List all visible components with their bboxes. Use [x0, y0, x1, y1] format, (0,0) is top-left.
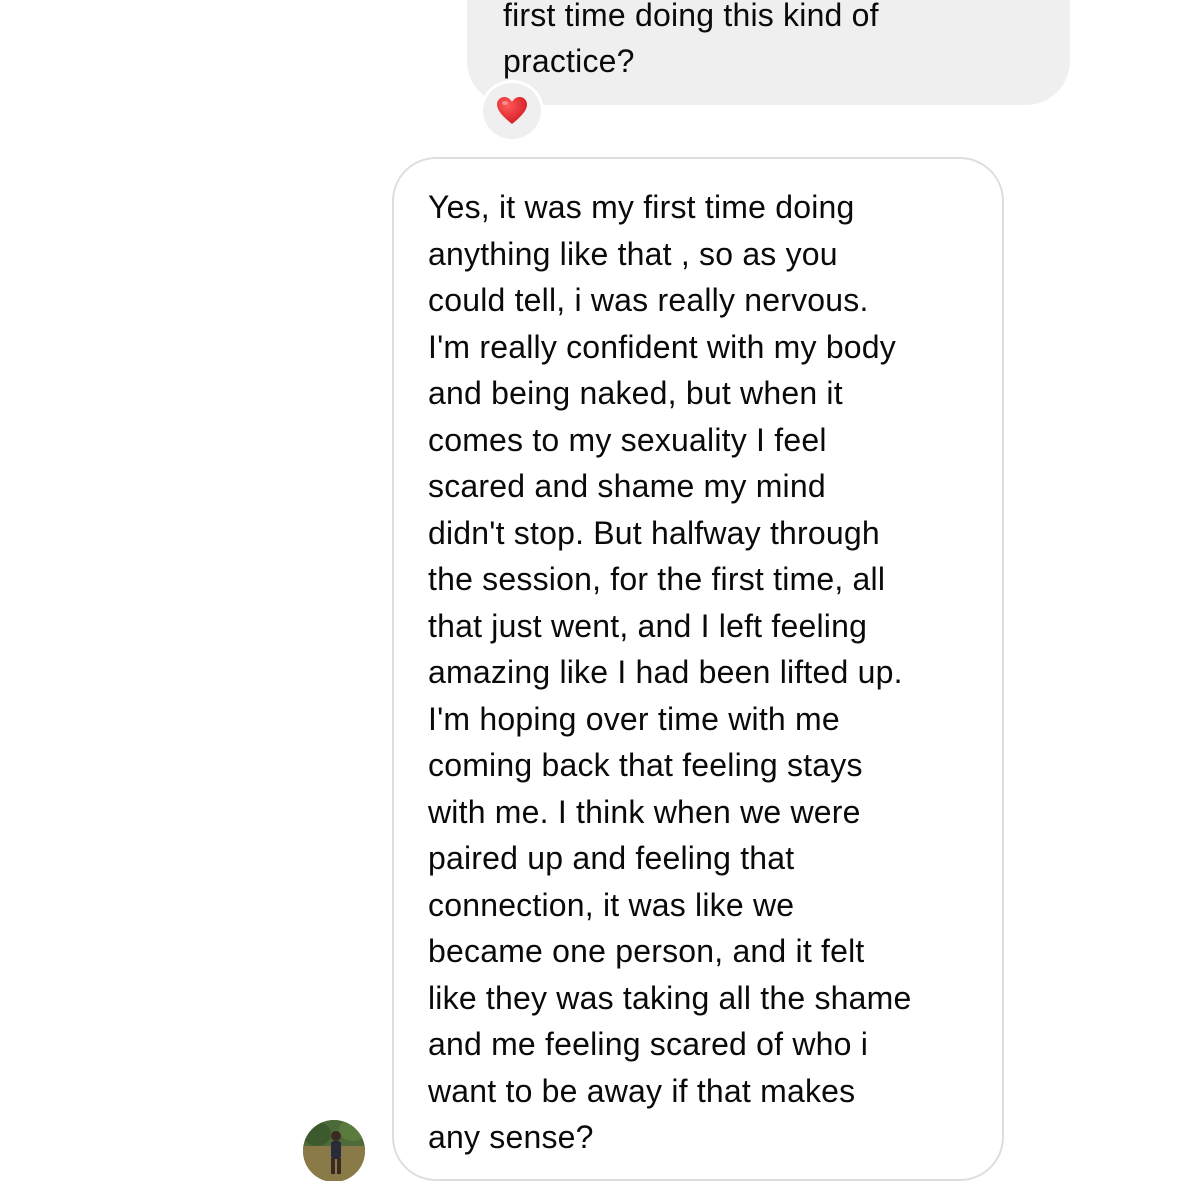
- message-line: coming back that feeling stays: [428, 747, 863, 783]
- message-line: and me feeling scared of who i: [428, 1026, 869, 1062]
- message-line: I'm hoping over time with me: [428, 700, 840, 737]
- message-line: the session, for the first time, all: [428, 561, 886, 597]
- message-line: first time doing this kind of: [503, 0, 879, 33]
- message-line: practice?: [503, 43, 635, 79]
- message-line: could tell, i was really nervous.: [428, 282, 869, 318]
- heart-reaction[interactable]: [480, 80, 544, 142]
- message-line: anything like that , so as you: [428, 235, 838, 272]
- message-line: scared and shame my mind: [428, 468, 826, 504]
- message-line: any sense?: [428, 1119, 594, 1155]
- chat-thread: first time doing this kind of practice? …: [0, 0, 1181, 1181]
- message-line: Yes, it was my first time doing: [428, 189, 855, 225]
- message-line: paired up and feeling that: [428, 840, 795, 876]
- message-line: became one person, and it felt: [428, 933, 865, 969]
- message-line: want to be away if that makes: [428, 1072, 856, 1109]
- message-line: like they was taking all the shame: [428, 979, 912, 1016]
- incoming-message-bubble[interactable]: Yes, it was my first time doing anything…: [392, 157, 1004, 1181]
- message-line: and being naked, but when it: [428, 375, 843, 411]
- avatar[interactable]: [303, 1120, 365, 1181]
- message-line: I'm really confident with my body: [428, 328, 897, 365]
- outgoing-message-bubble[interactable]: first time doing this kind of practice?: [467, 0, 1070, 105]
- message-line: connection, it was like we: [428, 886, 795, 923]
- heart-icon: [497, 97, 527, 124]
- message-line: didn't stop. But halfway through: [428, 514, 880, 551]
- message-line: amazing like I had been lifted up.: [428, 654, 903, 690]
- profile-photo-icon: [303, 1120, 365, 1181]
- message-line: comes to my sexuality I feel: [428, 421, 827, 458]
- message-line: with me. I think when we were: [428, 793, 861, 830]
- message-line: that just went, and I left feeling: [428, 607, 868, 644]
